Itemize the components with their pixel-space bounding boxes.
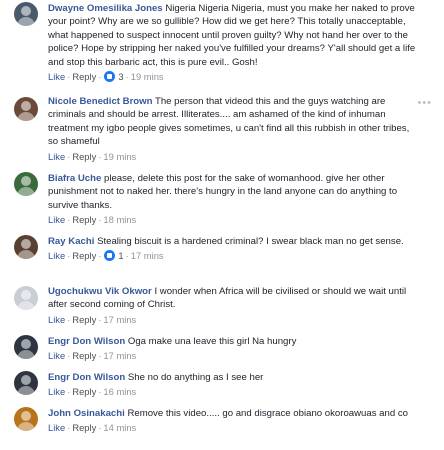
reply-button[interactable]: Reply	[72, 250, 96, 261]
comment-timestamp[interactable]: 19 mins	[131, 71, 164, 82]
comment-timestamp[interactable]: 17 mins	[131, 250, 164, 261]
comment-text: Ray Kachi Stealing biscuit is a hardened…	[48, 235, 420, 248]
reaction-count[interactable]: 3	[118, 71, 123, 82]
comment-body: Oga make una leave this girl Na hungry	[127, 336, 297, 347]
comment-author[interactable]: Ugochukwu Vik Okwor	[48, 286, 152, 297]
comment-text: Ugochukwu Vik Okwor I wonder when Africa…	[48, 285, 420, 312]
avatar[interactable]	[14, 2, 38, 26]
avatar[interactable]	[14, 97, 38, 121]
comment-text: Biafra Uche please, delete this post for…	[48, 172, 420, 212]
reply-button[interactable]: Reply	[72, 350, 96, 361]
comment-actions: Like · Reply · 18 mins	[48, 214, 137, 226]
comment-text: Engr Don Wilson Oga make una leave this …	[48, 335, 420, 348]
comment-actions: Like · Reply · 3 · 19 mins	[48, 71, 164, 83]
like-button[interactable]: Like	[48, 214, 65, 225]
comment-body: Remove this video..... go and disgrace o…	[127, 408, 408, 419]
avatar[interactable]	[14, 407, 38, 431]
comment-body: please, delete this post for the sake of…	[48, 173, 398, 211]
like-button[interactable]: Like	[48, 386, 65, 397]
comment-timestamp[interactable]: 16 mins	[103, 386, 136, 397]
like-button[interactable]: Like	[48, 314, 65, 325]
like-button[interactable]: Like	[48, 422, 65, 433]
reply-button[interactable]: Reply	[72, 151, 96, 162]
comment-author[interactable]: Dwayne Omesilika Jones	[48, 3, 163, 14]
reaction-count[interactable]: 1	[118, 250, 123, 261]
avatar[interactable]	[14, 235, 38, 259]
comment-author[interactable]: Nicole Benedict Brown	[48, 96, 152, 107]
like-button[interactable]: Like	[48, 250, 65, 261]
avatar[interactable]	[14, 286, 38, 310]
avatar[interactable]	[14, 172, 38, 196]
comment-timestamp[interactable]: 17 mins	[103, 350, 136, 361]
like-button[interactable]: Like	[48, 151, 65, 162]
like-reaction-icon[interactable]	[104, 250, 116, 262]
reply-button[interactable]: Reply	[72, 386, 96, 397]
comment-actions: Like · Reply · 19 mins	[48, 150, 137, 162]
like-button[interactable]: Like	[48, 350, 65, 361]
comment-actions: Like · Reply · 17 mins	[48, 350, 137, 362]
comment-text: Dwayne Omesilika Jones Nigeria Nigeria N…	[48, 2, 420, 69]
reply-button[interactable]: Reply	[72, 422, 96, 433]
comment-timestamp[interactable]: 19 mins	[103, 151, 136, 162]
comment-timestamp[interactable]: 14 mins	[103, 422, 136, 433]
comment-text: Nicole Benedict Brown The person that vi…	[48, 95, 420, 149]
like-reaction-icon[interactable]	[104, 71, 116, 83]
comment-actions: Like · Reply · 1 · 17 mins	[48, 250, 164, 262]
comment-actions: Like · Reply · 16 mins	[48, 386, 137, 398]
avatar[interactable]	[14, 335, 38, 359]
avatar[interactable]	[14, 371, 38, 395]
reply-button[interactable]: Reply	[72, 71, 96, 82]
comment-author[interactable]: Ray Kachi	[48, 236, 94, 247]
comment-actions: Like · Reply · 17 mins	[48, 313, 137, 325]
comment-list: Dwayne Omesilika Jones Nigeria Nigeria N…	[0, 0, 444, 450]
comment-timestamp[interactable]: 18 mins	[103, 214, 136, 225]
reply-button[interactable]: Reply	[72, 214, 96, 225]
comment-body: Stealing biscuit is a hardened criminal?…	[97, 236, 404, 247]
comment-author[interactable]: John Osinakachi	[48, 408, 125, 419]
comment-body: She no do anything as I see her	[127, 372, 264, 383]
comment-timestamp[interactable]: 17 mins	[103, 314, 136, 325]
like-button[interactable]: Like	[48, 71, 65, 82]
comment-text: John Osinakachi Remove this video..... g…	[48, 407, 420, 420]
comment-author[interactable]: Engr Don Wilson	[48, 336, 125, 347]
comment-author[interactable]: Engr Don Wilson	[48, 372, 125, 383]
comment-text: Engr Don Wilson She no do anything as I …	[48, 371, 420, 384]
more-options-icon[interactable]: •••	[417, 97, 432, 109]
reply-button[interactable]: Reply	[72, 314, 96, 325]
comment-author[interactable]: Biafra Uche	[48, 173, 101, 184]
comment-actions: Like · Reply · 14 mins	[48, 422, 137, 434]
